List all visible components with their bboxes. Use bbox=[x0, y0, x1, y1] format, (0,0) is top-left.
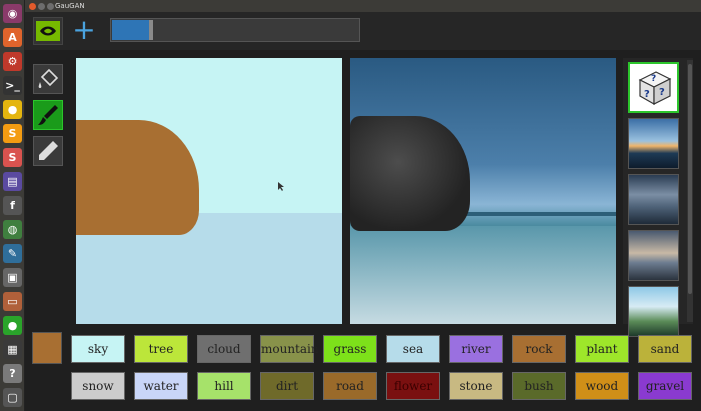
label-cloud-button[interactable]: cloud bbox=[197, 335, 251, 363]
style-dusk-beach-thumbnail[interactable] bbox=[628, 230, 679, 281]
pencil-icon bbox=[39, 141, 58, 160]
nvidia-eye-icon bbox=[36, 21, 60, 41]
label-flower-button[interactable]: flower bbox=[386, 372, 440, 400]
brush-icon bbox=[38, 105, 58, 125]
paint-bucket-tool[interactable] bbox=[33, 64, 63, 94]
label-gravel-button[interactable]: gravel bbox=[638, 372, 692, 400]
chrome-icon[interactable]: ● bbox=[3, 100, 22, 119]
sublime-icon[interactable]: S bbox=[3, 124, 22, 143]
ubuntu-launcher: ◉ A ⚙ >_ ● S S ▤ f ◍ ✎ ▣ ▭ ● ▦? ▢ bbox=[0, 0, 25, 411]
window-titlebar: GauGAN bbox=[25, 0, 701, 12]
style-waves-thumbnail[interactable] bbox=[628, 286, 679, 337]
svg-text:?: ? bbox=[644, 89, 650, 100]
nvidia-logo-button[interactable] bbox=[33, 17, 63, 45]
svg-text:?: ? bbox=[659, 87, 665, 98]
label-dirt-button[interactable]: dirt bbox=[260, 372, 314, 400]
minimize-window-button[interactable] bbox=[38, 3, 45, 10]
trash-icon[interactable]: ▢ bbox=[3, 388, 22, 407]
paint-bucket-icon bbox=[38, 68, 59, 88]
sea-foam bbox=[350, 226, 616, 324]
monitor-icon[interactable]: ▦ bbox=[3, 340, 22, 359]
shell-icon[interactable]: ▤ bbox=[3, 172, 22, 191]
brush-app-icon[interactable]: ✎ bbox=[3, 244, 22, 263]
progress-handle[interactable] bbox=[149, 20, 153, 40]
label-grass-button[interactable]: grass bbox=[323, 335, 377, 363]
label-sky-button[interactable]: sky bbox=[71, 335, 125, 363]
label-stone-button[interactable]: stone bbox=[449, 372, 503, 400]
dice-icon: ??? bbox=[638, 71, 672, 106]
current-label-swatch bbox=[32, 332, 62, 364]
label-wood-button[interactable]: wood bbox=[575, 372, 629, 400]
brush-tool[interactable] bbox=[33, 100, 63, 130]
label-water-button[interactable]: water bbox=[134, 372, 188, 400]
generation-progress-bar bbox=[110, 18, 360, 42]
plus-icon: + bbox=[72, 13, 96, 46]
label-mountain-button[interactable]: mountain bbox=[260, 335, 319, 363]
gaugan-app: + ??? sky tree cloud mountain grass sea … bbox=[25, 12, 701, 411]
generated-rock bbox=[350, 116, 470, 231]
window-title: GauGAN bbox=[55, 2, 85, 10]
pencil-tool[interactable] bbox=[33, 136, 63, 166]
maximize-window-button[interactable] bbox=[47, 3, 54, 10]
label-sea-button[interactable]: sea bbox=[386, 335, 440, 363]
globe-icon[interactable]: ◍ bbox=[3, 220, 22, 239]
label-rock-button[interactable]: rock bbox=[512, 335, 566, 363]
help-icon[interactable]: ? bbox=[3, 364, 22, 383]
slides-icon[interactable]: S bbox=[3, 148, 22, 167]
svg-text:?: ? bbox=[651, 74, 656, 84]
label-road-button[interactable]: road bbox=[323, 372, 377, 400]
ubuntu-dash-icon[interactable]: ◉ bbox=[3, 4, 22, 23]
generated-output-image bbox=[350, 58, 616, 324]
label-sand-button[interactable]: sand bbox=[638, 335, 692, 363]
terminal-icon[interactable]: >_ bbox=[3, 76, 22, 95]
drive-icon[interactable]: ▭ bbox=[3, 292, 22, 311]
segmentation-canvas[interactable] bbox=[76, 58, 342, 324]
random-style-dice-thumbnail[interactable]: ??? bbox=[628, 62, 679, 113]
label-snow-button[interactable]: snow bbox=[71, 372, 125, 400]
label-hill-button[interactable]: hill bbox=[197, 372, 251, 400]
sphere-icon[interactable]: ● bbox=[3, 316, 22, 335]
label-plant-button[interactable]: plant bbox=[575, 335, 629, 363]
label-tree-button[interactable]: tree bbox=[134, 335, 188, 363]
thumbnail-scrollbar[interactable] bbox=[687, 60, 693, 322]
software-center-icon[interactable]: A bbox=[3, 28, 22, 47]
label-bush-button[interactable]: bush bbox=[512, 372, 566, 400]
progress-fill bbox=[112, 20, 149, 40]
close-window-button[interactable] bbox=[29, 3, 36, 10]
new-canvas-button[interactable]: + bbox=[70, 16, 98, 45]
chip-icon[interactable]: ▣ bbox=[3, 268, 22, 287]
mouse-cursor-icon bbox=[278, 182, 284, 191]
settings-icon[interactable]: ⚙ bbox=[3, 52, 22, 71]
top-toolbar: + bbox=[25, 12, 701, 50]
scrollbar-thumb[interactable] bbox=[688, 64, 692, 294]
label-river-button[interactable]: river bbox=[449, 335, 503, 363]
style-cloudy-sea-thumbnail[interactable] bbox=[628, 174, 679, 225]
fontforge-icon[interactable]: f bbox=[3, 196, 22, 215]
style-sunset-lake-thumbnail[interactable] bbox=[628, 118, 679, 169]
style-thumbnail-strip: ??? bbox=[623, 58, 693, 337]
